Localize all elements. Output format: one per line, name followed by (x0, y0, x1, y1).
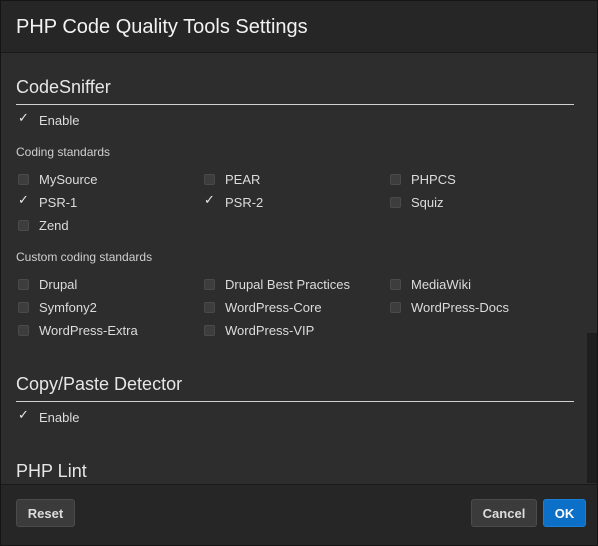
checkbox-box[interactable] (18, 111, 29, 126)
custom-checkbox-wordpress-docs[interactable]: WordPress-Docs (390, 298, 509, 316)
checkbox-label: WordPress-VIP (225, 322, 315, 338)
checkbox-box[interactable] (18, 324, 29, 336)
scrollbar-track[interactable] (587, 333, 597, 483)
checkbox-box[interactable] (18, 173, 29, 185)
checkbox-label: WordPress-Core (225, 299, 322, 315)
custom-coding-standards-label: Custom coding standards (16, 250, 153, 264)
custom-checkbox-drupal[interactable]: Drupal (18, 275, 77, 293)
checkbox-box[interactable] (204, 193, 215, 208)
checkbox-label: PEAR (225, 171, 261, 187)
checkbox-label: WordPress-Extra (39, 322, 138, 338)
reset-button[interactable]: Reset (16, 499, 75, 527)
checkbox-label: Enable (39, 409, 80, 425)
section-divider-codesniffer (16, 104, 574, 105)
checkbox-label: Zend (39, 217, 69, 233)
cancel-button[interactable]: Cancel (471, 499, 537, 527)
checkbox-box[interactable] (204, 173, 215, 185)
section-divider-cpd (16, 401, 574, 402)
checkbox-box[interactable] (204, 301, 215, 313)
custom-checkbox-mediawiki[interactable]: MediaWiki (390, 275, 471, 293)
section-title-cpd: Copy/Paste Detector (16, 374, 183, 394)
codesniffer-enable-checkbox[interactable]: Enable (18, 111, 79, 129)
dialog-titlebar: PHP Code Quality Tools Settings (1, 1, 597, 53)
standard-checkbox-psr2[interactable]: PSR-2 (204, 193, 263, 211)
checkbox-label: Enable (39, 112, 80, 128)
checkbox-box[interactable] (390, 196, 401, 208)
checkbox-label: MediaWiki (411, 276, 471, 292)
standard-checkbox-squiz[interactable]: Squiz (390, 193, 444, 211)
checkbox-label: PSR-2 (225, 194, 264, 210)
checkbox-box[interactable] (390, 173, 401, 185)
checkbox-label: WordPress-Docs (411, 299, 510, 315)
coding-standards-label: Coding standards (16, 145, 111, 159)
checkbox-label: Drupal (39, 276, 78, 292)
standard-checkbox-pear[interactable]: PEAR (204, 170, 260, 188)
checkbox-box[interactable] (18, 408, 29, 423)
checkbox-box[interactable] (204, 324, 215, 336)
standard-checkbox-phpcs[interactable]: PHPCS (390, 170, 456, 188)
settings-dialog: PHP Code Quality Tools Settings CodeSnif… (0, 0, 598, 546)
checkbox-box[interactable] (18, 301, 29, 313)
custom-checkbox-drupal-best-practices[interactable]: Drupal Best Practices (204, 275, 350, 293)
checkbox-label: PHPCS (411, 171, 456, 187)
settings-content[interactable]: CodeSniffer Enable Coding standards MySo… (1, 53, 597, 484)
section-title-php-lint: PHP Lint (16, 461, 87, 481)
checkbox-box[interactable] (18, 219, 29, 231)
checkbox-label: Symfony2 (39, 299, 97, 315)
custom-checkbox-wordpress-vip[interactable]: WordPress-VIP (204, 321, 314, 339)
checkbox-box[interactable] (390, 301, 401, 313)
cpd-enable-checkbox[interactable]: Enable (18, 408, 79, 426)
checkbox-box[interactable] (204, 278, 215, 290)
checkbox-label: MySource (39, 171, 98, 187)
section-title-codesniffer: CodeSniffer (16, 77, 111, 97)
custom-checkbox-wordpress-core[interactable]: WordPress-Core (204, 298, 322, 316)
ok-button[interactable]: OK (543, 499, 586, 527)
checkbox-box[interactable] (390, 278, 401, 290)
custom-checkbox-wordpress-extra[interactable]: WordPress-Extra (18, 321, 138, 339)
standard-checkbox-zend[interactable]: Zend (18, 216, 69, 234)
checkbox-box[interactable] (18, 193, 29, 208)
dialog-title: PHP Code Quality Tools Settings (16, 16, 308, 38)
checkbox-label: PSR-1 (39, 194, 78, 210)
checkbox-label: Drupal Best Practices (225, 276, 350, 292)
dialog-footer: Reset Cancel OK (1, 484, 597, 545)
custom-checkbox-symfony2[interactable]: Symfony2 (18, 298, 97, 316)
standard-checkbox-psr1[interactable]: PSR-1 (18, 193, 77, 211)
checkbox-box[interactable] (18, 278, 29, 290)
standard-checkbox-mysource[interactable]: MySource (18, 170, 98, 188)
checkbox-label: Squiz (411, 194, 444, 210)
